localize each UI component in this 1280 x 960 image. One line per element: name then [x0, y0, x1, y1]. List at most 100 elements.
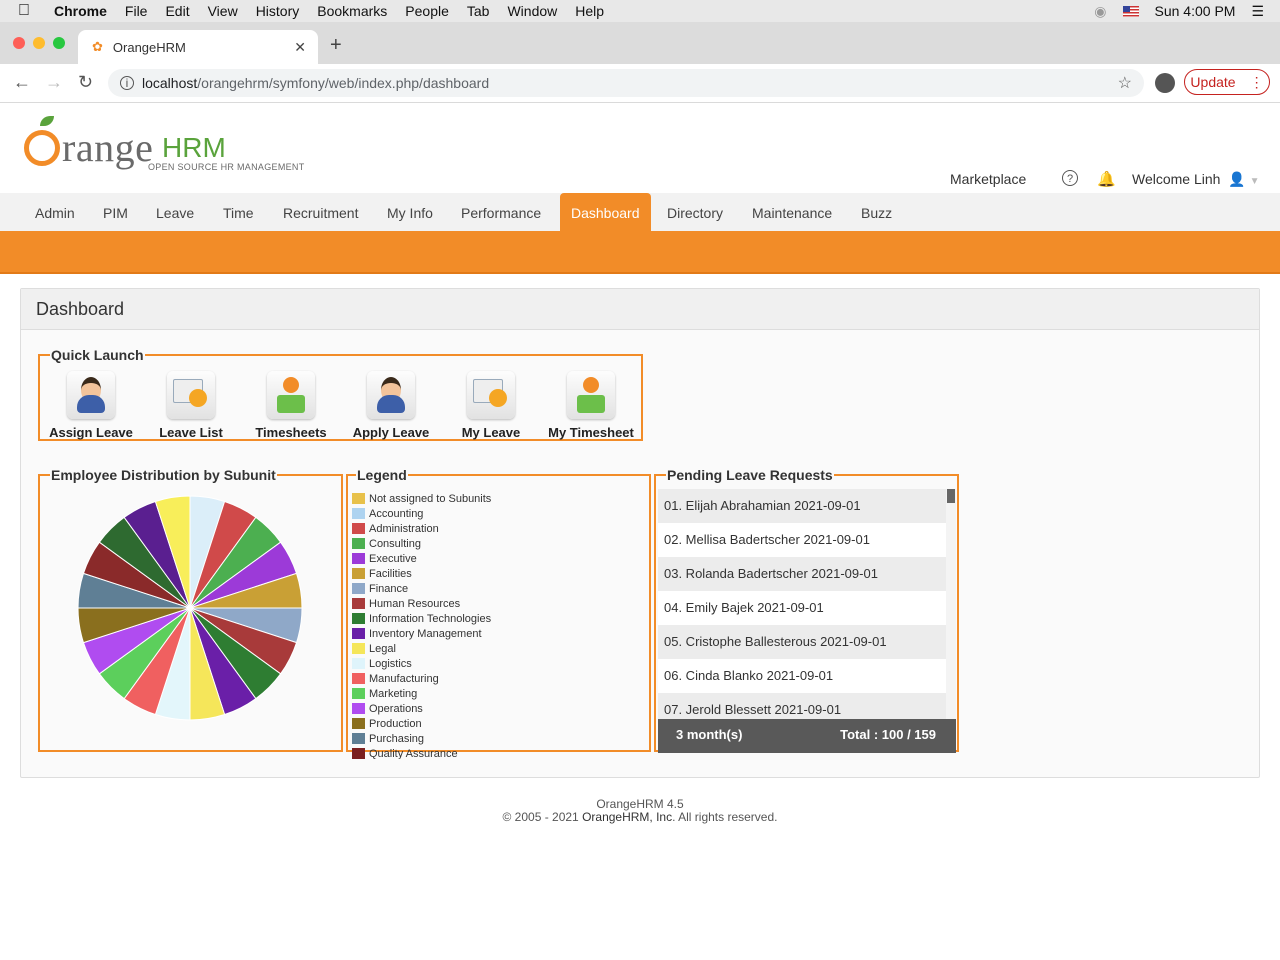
footer-company-link[interactable]: OrangeHRM, Inc — [582, 810, 672, 824]
quick-launch-apply-leave[interactable]: Apply Leave — [341, 371, 441, 440]
pending-leave-row[interactable]: 05. Cristophe Ballesterous 2021-09-01 — [658, 625, 948, 659]
scrollbar-thumb[interactable] — [947, 489, 955, 503]
help-icon[interactable]: ? — [1062, 170, 1078, 186]
quick-launch-assign-leave[interactable]: Assign Leave — [41, 371, 141, 440]
legend-swatch — [352, 628, 365, 639]
legend-swatch — [352, 748, 365, 759]
flag-icon[interactable] — [1122, 5, 1139, 17]
clock[interactable]: Sun 4:00 PM — [1155, 3, 1236, 19]
legend-item: Operations — [350, 701, 640, 716]
pending-leave-row[interactable]: 02. Mellisa Badertscher 2021-09-01 — [658, 523, 948, 557]
control-center-icon[interactable]: ☰ — [1251, 3, 1264, 20]
welcome-user-menu[interactable]: Welcome Linh 👤 ▼ — [1132, 171, 1260, 188]
quick-launch-leave-list[interactable]: Leave List — [141, 371, 241, 440]
my-leave-icon — [467, 371, 515, 419]
back-icon[interactable]: ← — [13, 72, 31, 93]
legend-item: Information Technologies — [350, 611, 640, 626]
bookmark-star-icon[interactable]: ☆ — [1118, 73, 1132, 93]
pending-leave-row[interactable]: 06. Cinda Blanko 2021-09-01 — [658, 659, 948, 693]
legend-swatch — [352, 493, 365, 504]
legend-swatch — [352, 688, 365, 699]
quick-launch-label: Leave List — [159, 425, 223, 440]
menu-maintenance[interactable]: Maintenance — [741, 193, 843, 231]
pending-leave-row[interactable]: 04. Emily Bajek 2021-09-01 — [658, 591, 948, 625]
menu-edit[interactable]: Edit — [165, 3, 189, 19]
quick-launch-label: Assign Leave — [49, 425, 133, 440]
update-button[interactable]: Update ⋮ — [1184, 69, 1270, 95]
legend-title: Legend — [357, 467, 407, 483]
legend-item: Legal — [350, 641, 640, 656]
menu-window[interactable]: Window — [507, 3, 557, 19]
browser-tab[interactable]: ✿ OrangeHRM ✕ — [78, 30, 318, 64]
legend-label: Logistics — [369, 657, 412, 670]
legend-label: Operations — [369, 702, 423, 715]
legend-swatch — [352, 658, 365, 669]
pending-leave-list[interactable]: 01. Elijah Abrahamian 2021-09-01 02. Mel… — [658, 489, 948, 719]
menu-view[interactable]: View — [208, 3, 238, 19]
legend-item: Marketing — [350, 686, 640, 701]
legend-swatch — [352, 718, 365, 729]
pending-leave-box: Pending Leave Requests 01. Elijah Abraha… — [654, 467, 959, 753]
apple-icon[interactable]:  — [18, 2, 36, 20]
orangehrm-logo[interactable]: range HRM OPEN SOURCE HR MANAGEMENT — [24, 112, 314, 172]
menu-pim[interactable]: PIM — [92, 193, 139, 231]
dashboard-panel: Dashboard Quick Launch Assign Leave Leav… — [20, 288, 1260, 778]
close-window-button[interactable] — [13, 37, 25, 49]
quick-launch-my-leave[interactable]: My Leave — [441, 371, 541, 440]
menu-file[interactable]: File — [125, 3, 148, 19]
quick-launch-box: Quick Launch Assign Leave Leave List Tim… — [38, 347, 643, 441]
legend-item: Manufacturing — [350, 671, 640, 686]
menu-my-info[interactable]: My Info — [376, 193, 444, 231]
pending-leave-scrollbar[interactable] — [946, 489, 956, 719]
menu-buzz[interactable]: Buzz — [850, 193, 903, 231]
legend-item: Finance — [350, 581, 640, 596]
new-tab-icon[interactable]: + — [330, 34, 342, 57]
menu-directory[interactable]: Directory — [656, 193, 734, 231]
menu-bookmarks[interactable]: Bookmarks — [317, 3, 387, 19]
site-info-icon[interactable]: i — [120, 76, 134, 90]
page-title: Dashboard — [21, 289, 1259, 330]
address-bar[interactable]: i localhost/orangehrm/symfony/web/index.… — [108, 69, 1144, 97]
legend-item: Quality Assurance — [350, 746, 640, 759]
legend-swatch — [352, 703, 365, 714]
chevron-down-icon: ▼ — [1249, 176, 1260, 187]
legend-list[interactable]: Not assigned to Subunits Accounting Admini… — [350, 491, 640, 759]
menu-app-name[interactable]: Chrome — [54, 3, 107, 19]
menu-recruitment[interactable]: Recruitment — [272, 193, 369, 231]
legend-label: Facilities — [369, 567, 412, 580]
pending-leave-row[interactable]: 07. Jerold Blessett 2021-09-01 — [658, 693, 948, 719]
legend-item: Executive — [350, 551, 640, 566]
menu-leave[interactable]: Leave — [145, 193, 205, 231]
wifi-icon[interactable]: ◉ — [1094, 3, 1106, 20]
pending-leave-row[interactable]: 01. Elijah Abrahamian 2021-09-01 — [658, 489, 948, 523]
menu-people[interactable]: People — [405, 3, 449, 19]
forward-icon[interactable]: → — [45, 72, 63, 93]
legend-swatch — [352, 613, 365, 624]
legend-swatch — [352, 598, 365, 609]
pending-leave-row[interactable]: 03. Rolanda Badertscher 2021-09-01 — [658, 557, 948, 591]
minimize-window-button[interactable] — [33, 37, 45, 49]
quick-launch-label: My Timesheet — [548, 425, 634, 440]
welcome-text: Welcome Linh — [1132, 171, 1221, 187]
menu-history[interactable]: History — [256, 3, 300, 19]
zoom-window-button[interactable] — [53, 37, 65, 49]
menu-help[interactable]: Help — [575, 3, 604, 19]
legend-swatch — [352, 673, 365, 684]
browser-tabstrip: ✿ OrangeHRM ✕ + — [0, 22, 1280, 64]
quick-launch-timesheets[interactable]: Timesheets — [241, 371, 341, 440]
profile-avatar-icon[interactable] — [1155, 73, 1175, 93]
reload-icon[interactable]: ↻ — [78, 72, 93, 93]
close-tab-icon[interactable]: ✕ — [294, 39, 306, 56]
marketplace-link[interactable]: Marketplace — [950, 171, 1026, 187]
url-host: localhost — [142, 75, 198, 91]
notification-bell-icon[interactable]: 🔔 — [1097, 170, 1116, 188]
pending-leave-title: Pending Leave Requests — [667, 467, 833, 483]
menu-performance[interactable]: Performance — [450, 193, 552, 231]
menu-admin[interactable]: Admin — [24, 193, 86, 231]
footer-copyright-suffix: . All rights reserved. — [672, 810, 778, 824]
quick-launch-my-timesheet[interactable]: My Timesheet — [541, 371, 641, 440]
menu-time[interactable]: Time — [212, 193, 265, 231]
employee-distribution-pie-chart[interactable] — [40, 491, 340, 753]
menu-dashboard[interactable]: Dashboard — [560, 193, 651, 231]
menu-tab[interactable]: Tab — [467, 3, 490, 19]
